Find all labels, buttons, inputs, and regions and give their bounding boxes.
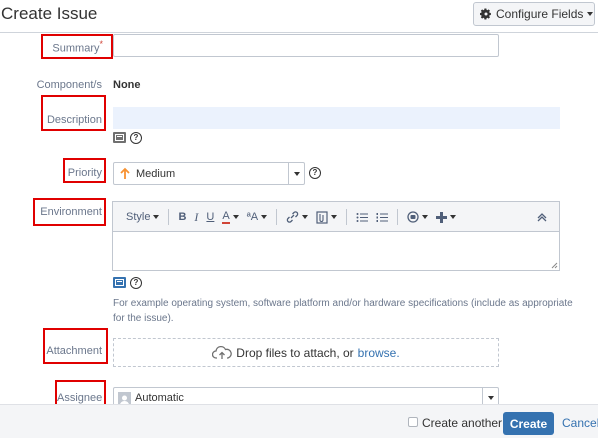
attachment-button[interactable] [312, 207, 341, 227]
help-icon[interactable]: ? [130, 277, 142, 289]
text-color-button[interactable]: A [218, 207, 242, 227]
text-effects-glyph: ªA [246, 211, 259, 223]
create-another-checkbox[interactable] [408, 417, 418, 427]
chevron-down-icon [331, 215, 338, 219]
header-divider [0, 32, 598, 33]
chevron-down-icon [232, 215, 239, 219]
double-chevron-up-icon [537, 212, 547, 221]
chevron-down-icon [487, 396, 494, 400]
numbered-list-icon [376, 212, 389, 222]
numbered-list-button[interactable] [372, 207, 392, 227]
assignee-value: Automatic [135, 392, 184, 404]
required-marker: * [99, 39, 103, 49]
chevron-down-icon [587, 12, 594, 16]
attachment-label: Attachment [46, 345, 102, 357]
priority-label: Priority [67, 167, 102, 179]
chevron-down-icon [302, 215, 309, 219]
priority-value: Medium [136, 167, 176, 180]
components-value: None [113, 79, 141, 91]
wiki-preview-icon[interactable] [113, 132, 126, 143]
create-button[interactable]: Create [503, 412, 554, 435]
wiki-preview-icon[interactable] [113, 277, 126, 288]
dialog-title: Create Issue [1, 4, 98, 23]
insert-more-button[interactable] [432, 207, 460, 227]
bold-button[interactable]: B [174, 207, 190, 227]
environment-textarea[interactable] [112, 231, 560, 271]
configure-fields-label: Configure Fields [496, 7, 584, 21]
plus-icon [436, 211, 448, 223]
underline-button[interactable]: U [202, 207, 218, 227]
configure-fields-button[interactable]: Configure Fields [473, 2, 595, 26]
cancel-link[interactable]: Cancel [562, 416, 598, 430]
summary-label: Summary* [52, 39, 103, 55]
priority-arrow-icon [120, 167, 130, 179]
browse-link[interactable]: browse. [358, 346, 400, 360]
description-editor[interactable] [113, 107, 560, 129]
upload-cloud-icon [212, 345, 233, 359]
toolbar-divider [397, 209, 399, 225]
resize-handle-icon [551, 262, 558, 269]
environment-label: Environment [40, 206, 102, 218]
components-label: Component/s [36, 79, 102, 91]
environment-hint: For example operating system, software p… [113, 298, 573, 324]
avatar-icon [118, 391, 131, 405]
chevron-down-icon [153, 215, 160, 219]
style-dropdown[interactable]: Style [122, 207, 163, 227]
toolbar-divider [168, 209, 170, 225]
summary-input[interactable] [113, 34, 499, 57]
text-color-glyph: A [222, 209, 230, 224]
paperclip-icon [316, 210, 328, 224]
style-label: Style [126, 211, 151, 223]
collapse-toolbar-button[interactable] [533, 207, 551, 227]
bullet-list-button[interactable] [352, 207, 372, 227]
link-button[interactable] [282, 207, 312, 227]
help-icon[interactable]: ? [309, 167, 321, 179]
chevron-down-icon [422, 215, 429, 219]
priority-select[interactable]: Medium [113, 162, 305, 185]
create-another-label[interactable]: Create another [422, 416, 502, 430]
emoticon-icon [407, 211, 419, 223]
attachment-drop-text: Drop files to attach, or [236, 345, 354, 360]
text-effects-button[interactable]: ªA [243, 207, 271, 227]
chevron-down-icon [450, 215, 457, 219]
toolbar-divider [346, 209, 348, 225]
description-label: Description [46, 114, 102, 126]
chevron-down-icon [293, 171, 300, 176]
link-icon [286, 211, 299, 223]
editor-toolbar: Style B I U A ªA [112, 201, 560, 232]
italic-button[interactable]: I [190, 207, 202, 227]
bullet-list-icon [356, 212, 369, 222]
chevron-down-icon [261, 215, 268, 219]
emoticon-button[interactable] [403, 207, 432, 227]
priority-dropdown-toggle[interactable] [288, 163, 304, 184]
toolbar-divider [276, 209, 278, 225]
assignee-label: Assignee [57, 392, 103, 404]
attachment-dropzone[interactable]: Drop files to attach, or browse. [113, 338, 499, 367]
gear-icon [480, 8, 491, 20]
help-icon[interactable]: ? [130, 132, 142, 144]
